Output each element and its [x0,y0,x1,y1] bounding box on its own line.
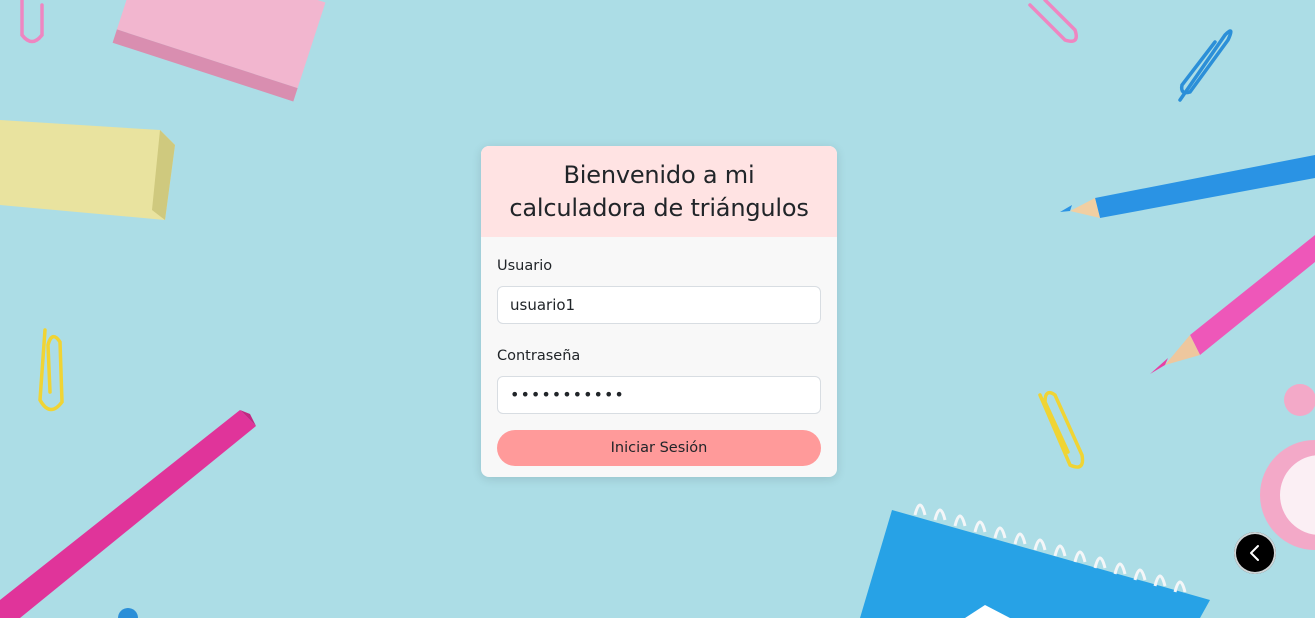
login-card-header: Bienvenido a mi calculadora de triángulo… [481,146,837,237]
password-input[interactable]: ••••••••••• [497,376,821,414]
chevron-left-icon [1250,545,1259,561]
password-label: Contraseña [497,348,581,364]
login-title: Bienvenido a mi calculadora de triángulo… [509,160,809,222]
login-button[interactable]: Iniciar Sesión [497,430,821,466]
login-form: Usuario usuario1 Contraseña ••••••••••• … [481,237,837,466]
username-label: Usuario [497,258,553,274]
login-card: Bienvenido a mi calculadora de triángulo… [481,146,837,477]
yellow-sticky-notes [0,120,175,220]
username-input[interactable]: usuario1 [497,286,821,324]
back-button[interactable] [1234,532,1276,574]
